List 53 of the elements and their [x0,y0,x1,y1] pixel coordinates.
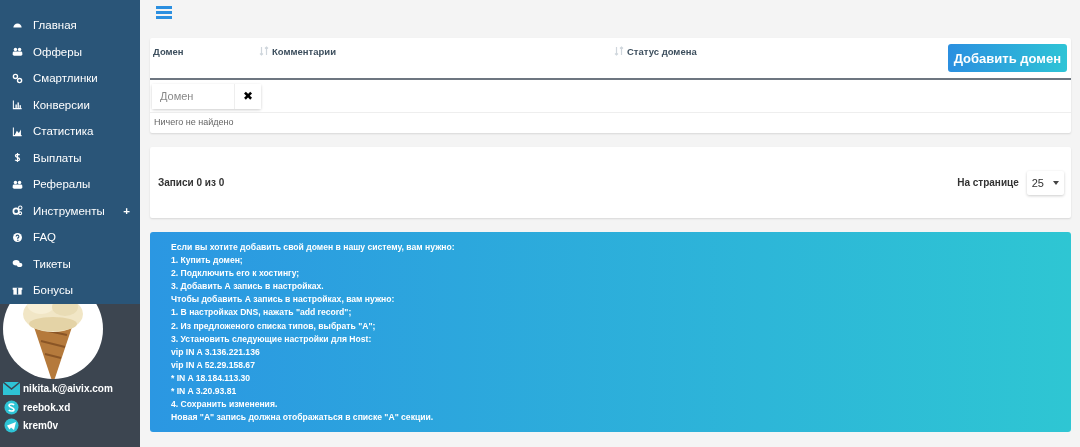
menu-item-icon [12,72,23,84]
column-header[interactable]: Комментарии [272,46,336,57]
menu-item-icon [12,178,23,190]
per-page-select[interactable]: 25 [1026,170,1064,195]
column-header[interactable]: Статус домена [627,46,697,57]
sidebar-item[interactable]: Главная [0,12,140,39]
sidebar-item[interactable]: Тикеты [0,250,140,277]
sidebar-item[interactable]: Смартлинки [0,65,140,92]
records-count: Записи 0 из 0 [158,177,225,188]
info-line: 1. В настройках DNS, нажать "add record"; [171,306,353,320]
menu-item-icon [12,125,23,137]
sidebar-item[interactable]: FAQ [0,224,140,251]
expand-toggle[interactable]: + [123,204,130,217]
sidebar-item[interactable]: Бонусы [0,277,140,304]
sidebar-item[interactable]: Инструменты + [0,197,140,224]
caret-icon [1053,180,1059,185]
sidebar-item[interactable]: Выплаты [0,144,140,171]
menu-item-icon [12,258,23,270]
info-line: vip IN A 3.136.221.136 [171,345,261,359]
info-line: Если вы хотите добавить свой домен в нашу систему, вам нужно: [171,241,456,254]
info-line: 4. Сохранить изменения. [171,398,279,412]
skype-icon [3,399,20,415]
sidebar-item[interactable]: Рефералы [0,171,140,198]
info-line: Новая "А" запись должна отображаться в списке "А" секции. [171,411,435,425]
envelope-icon [3,381,20,397]
menu-item-icon [12,205,23,217]
column-header[interactable]: Домен [153,46,184,57]
sort-icon[interactable] [259,46,269,56]
empty-message: Ничего не найдено [153,116,235,129]
sidebar-item[interactable]: Конверсии [0,91,140,118]
info-line: Чтобы добавить А запись в настройках, вам нужно: [171,293,396,307]
info-line: 2. Из предложеного списка типов, выбрать "А"; [171,319,377,333]
menu-item-icon [12,152,23,164]
menu-icon[interactable] [156,6,172,19]
sort-icon[interactable] [614,46,624,56]
contact-text: krem0v [23,420,59,432]
menu-item-icon [12,46,23,58]
menu-item-icon [12,99,23,111]
info-line: 3. Добавить А запись в настройках. [171,280,325,294]
clear-button[interactable]: ✖ [234,83,261,109]
contact-text: reebok.xd [23,401,71,413]
info-line: 2. Подключить его к хостингу; [171,267,301,281]
menu-item-icon [12,231,23,243]
info-line: * IN A 18.184.113.30 [171,371,252,385]
info-line: 3. Установить следующие настройки для Host: [171,332,373,346]
sidebar-item[interactable]: Офферы [0,38,140,65]
sidebar-item[interactable]: Статистика [0,118,140,145]
per-page-label: На странице [957,177,1019,188]
telegram-icon [3,418,20,434]
info-line: vip IN A 52.29.158.67 [171,358,256,372]
contact-text: nikita.k@aivix.com [23,383,113,395]
info-line: 1. Купить домен; [171,254,244,268]
info-line: * IN A 3.20.93.81 [171,385,238,399]
